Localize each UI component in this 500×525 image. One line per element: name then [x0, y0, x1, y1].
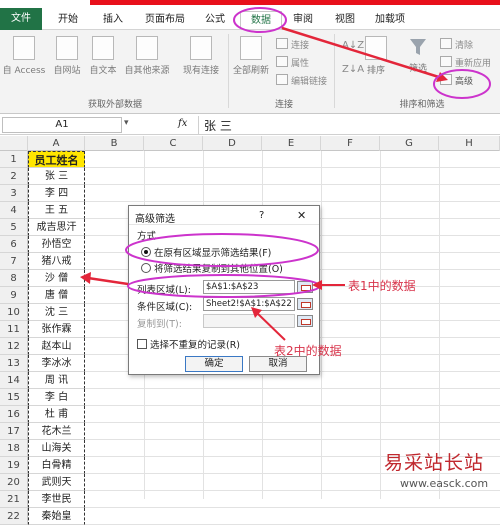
highlight-data-tab — [233, 7, 287, 33]
arrow-sheet2-label — [255, 311, 286, 341]
row-header[interactable]: 22 — [0, 508, 28, 525]
highlight-advanced-button — [433, 69, 491, 99]
annotation-sheet1-data: 表1中的数据 — [348, 279, 416, 293]
watermark: 易采站长站 www.easck.com — [378, 448, 500, 499]
table-cell[interactable]: 秦始皇 — [28, 508, 85, 525]
annotation-sheet2-data: 表2中的数据 — [274, 344, 342, 358]
arrow-head — [80, 272, 91, 284]
watermark-brand: 易采站长站 — [384, 452, 485, 474]
arrow-to-advanced — [281, 26, 443, 80]
annotation-overlay — [80, 7, 491, 341]
highlight-filter-method — [125, 233, 319, 267]
watermark-url: www.easck.com — [400, 477, 489, 490]
gridline — [85, 507, 500, 508]
arrow-to-sheet-data — [87, 276, 129, 286]
highlight-list-range — [127, 274, 321, 298]
